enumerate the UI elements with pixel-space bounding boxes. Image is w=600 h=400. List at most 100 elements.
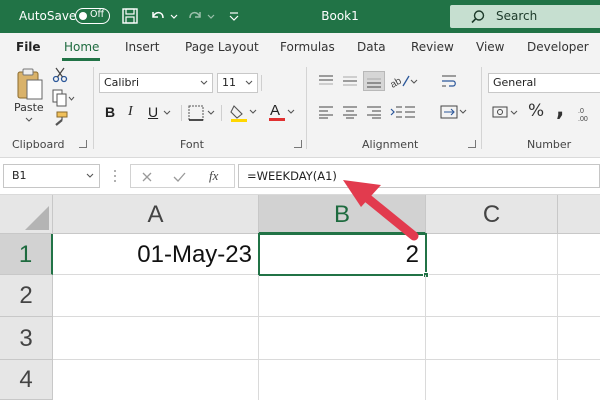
name-box[interactable]: B1 — [3, 164, 100, 188]
tab-view[interactable]: View — [476, 40, 504, 54]
copy-icon[interactable] — [51, 89, 75, 107]
paste-label[interactable]: Paste — [14, 101, 44, 114]
tab-home[interactable]: Home — [64, 40, 99, 54]
formula-input[interactable]: =WEEKDAY(A1) — [238, 164, 600, 188]
tab-review[interactable]: Review — [411, 40, 454, 54]
chevron-down-icon — [245, 80, 253, 85]
insert-function-icon[interactable]: fx — [209, 168, 218, 184]
cell-b1[interactable]: 2 — [258, 233, 427, 276]
tab-data[interactable]: Data — [357, 40, 386, 54]
tab-developer[interactable]: Developer — [527, 40, 589, 54]
select-all-icon — [25, 206, 49, 230]
format-painter-icon[interactable] — [52, 111, 68, 127]
select-all-button[interactable] — [0, 195, 53, 234]
tab-page-layout[interactable]: Page Layout — [185, 40, 259, 54]
undo-dropdown-icon[interactable] — [169, 6, 179, 26]
autosave-toggle[interactable]: Off — [75, 8, 110, 24]
tab-formulas[interactable]: Formulas — [280, 40, 335, 54]
toggle-knob — [79, 11, 87, 20]
cell-c2[interactable] — [426, 275, 558, 317]
bold-icon[interactable]: B — [105, 104, 115, 120]
cut-icon[interactable] — [52, 67, 68, 83]
search-icon — [471, 10, 485, 24]
number-format-combo[interactable]: General — [488, 73, 600, 93]
tab-file[interactable]: File — [16, 40, 41, 54]
cell-d2[interactable] — [558, 275, 600, 317]
cancel-icon[interactable] — [141, 171, 153, 183]
cell-d1[interactable] — [558, 234, 600, 275]
cell-a2[interactable] — [53, 275, 259, 317]
font-color-icon[interactable]: A — [268, 101, 298, 123]
column-header-c[interactable]: C — [426, 195, 558, 234]
row-header-2[interactable]: 2 — [0, 275, 53, 317]
formula-controls: fx — [130, 164, 235, 188]
chevron-down-icon — [200, 80, 208, 85]
cell-c4[interactable] — [426, 360, 558, 400]
cell-b4[interactable] — [259, 360, 426, 400]
undo-icon[interactable] — [148, 6, 168, 26]
formula-bar: B1 fx =WEEKDAY(A1) — [0, 157, 600, 195]
wrap-text-icon[interactable] — [440, 72, 458, 90]
font-size-combo[interactable]: 11 — [217, 73, 258, 93]
group-divider — [481, 67, 482, 149]
cell-d3[interactable] — [558, 317, 600, 360]
cell-a1[interactable]: 01-May-23 — [53, 234, 259, 275]
paste-dropdown-icon[interactable] — [24, 116, 34, 124]
comma-style-icon[interactable]: , — [556, 97, 564, 122]
group-divider — [93, 67, 94, 149]
svg-text:.0: .0 — [578, 108, 584, 115]
increase-decimal-icon[interactable]: .0 .00 — [577, 104, 600, 122]
worksheet-grid: A B C 1 2 3 4 01-May-23 2 — [0, 195, 600, 400]
merge-center-icon[interactable] — [440, 104, 468, 120]
italic-icon[interactable]: I — [128, 104, 133, 120]
ribbon: Paste Clipboard Calibri 11 B I U A Font … — [0, 61, 600, 157]
column-header-d[interactable] — [558, 195, 600, 234]
paste-icon[interactable] — [15, 67, 45, 103]
cell-c1[interactable] — [427, 234, 558, 275]
number-group-label: Number — [527, 138, 572, 151]
redo-dropdown-icon[interactable] — [206, 6, 216, 26]
underline-icon[interactable]: U — [148, 104, 158, 120]
percent-style-icon[interactable]: % — [528, 101, 544, 121]
accounting-format-icon[interactable] — [492, 104, 520, 122]
enter-icon[interactable] — [173, 171, 186, 183]
cell-d4[interactable] — [558, 360, 600, 400]
align-middle-icon[interactable] — [342, 74, 358, 88]
underline-dropdown-icon[interactable] — [162, 108, 172, 118]
row-header-3[interactable]: 3 — [0, 317, 53, 360]
cell-a3[interactable] — [53, 317, 259, 360]
font-launcher-icon[interactable] — [294, 140, 302, 148]
align-left-icon[interactable] — [318, 105, 334, 119]
indent-icon[interactable] — [390, 105, 416, 119]
font-name-combo[interactable]: Calibri — [99, 73, 213, 93]
fill-color-icon[interactable] — [230, 103, 260, 123]
divider — [261, 75, 262, 91]
tab-insert[interactable]: Insert — [125, 40, 159, 54]
align-center-icon[interactable] — [342, 105, 358, 119]
align-right-icon[interactable] — [366, 105, 382, 119]
row-header-4[interactable]: 4 — [0, 360, 53, 400]
cell-b3[interactable] — [259, 317, 426, 360]
cell-a4[interactable] — [53, 360, 259, 400]
row-header-1[interactable]: 1 — [0, 234, 53, 275]
save-icon[interactable] — [121, 6, 139, 26]
excel-window: AutoSave Off Book1 Search File Home Inse… — [0, 0, 600, 400]
customize-toolbar-icon[interactable] — [228, 6, 240, 26]
orientation-icon[interactable]: ab — [389, 72, 419, 90]
cell-b2[interactable] — [259, 275, 426, 317]
number-format-value: General — [493, 76, 537, 89]
redo-icon[interactable] — [185, 6, 205, 26]
alignment-launcher-icon[interactable] — [468, 140, 476, 148]
borders-icon[interactable] — [188, 105, 218, 121]
cell-c3[interactable] — [426, 317, 558, 360]
grip-icon[interactable] — [113, 168, 117, 184]
column-header-a[interactable]: A — [53, 195, 259, 234]
clipboard-group-label: Clipboard — [12, 138, 65, 151]
search-box[interactable]: Search — [450, 5, 600, 28]
column-header-b[interactable]: B — [259, 195, 426, 234]
align-top-icon[interactable] — [318, 74, 334, 88]
autosave-state: Off — [90, 9, 105, 20]
align-bottom-button[interactable] — [363, 71, 385, 91]
clipboard-launcher-icon[interactable] — [79, 140, 87, 148]
svg-text:A: A — [270, 102, 280, 119]
